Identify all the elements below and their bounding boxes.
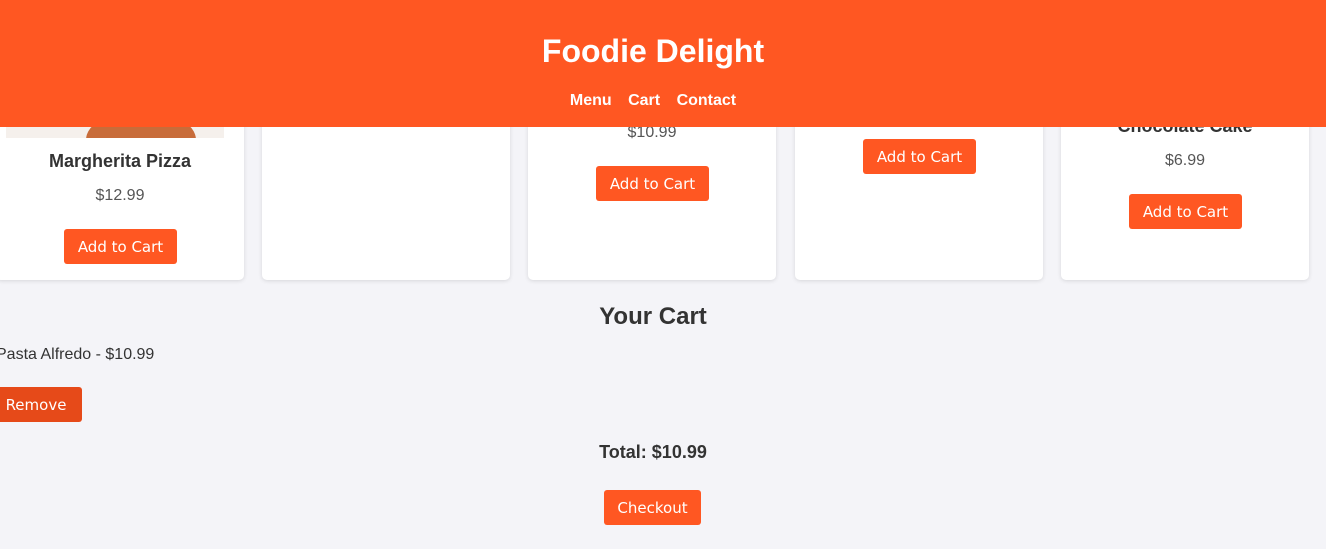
site-header: Foodie Delight Menu Cart Contact (0, 0, 1326, 127)
main-nav: Menu Cart Contact (0, 91, 1306, 111)
nav-link-contact[interactable]: Contact (677, 92, 737, 109)
nav-link-menu[interactable]: Menu (570, 92, 612, 109)
cart-total: Total: $10.99 (599, 442, 707, 462)
nav-link-cart[interactable]: Cart (628, 92, 660, 109)
remove-button[interactable]: Remove (0, 387, 82, 422)
menu-item-price: $12.99 (95, 187, 145, 204)
checkout-button[interactable]: Checkout (604, 490, 701, 525)
cart-item: Pasta Alfredo - $10.99 (0, 346, 155, 363)
site-title: Foodie Delight (541, 33, 765, 69)
add-to-cart-button[interactable]: Add to Cart (596, 166, 709, 201)
add-to-cart-button[interactable]: Add to Cart (1129, 194, 1242, 229)
cart-heading: Your Cart (599, 303, 707, 330)
menu-item-price: $6.99 (1164, 152, 1206, 169)
add-to-cart-button[interactable]: Add to Cart (863, 139, 976, 174)
menu-item-name: Margherita Pizza (48, 151, 192, 171)
add-to-cart-button[interactable]: Add to Cart (64, 229, 177, 264)
